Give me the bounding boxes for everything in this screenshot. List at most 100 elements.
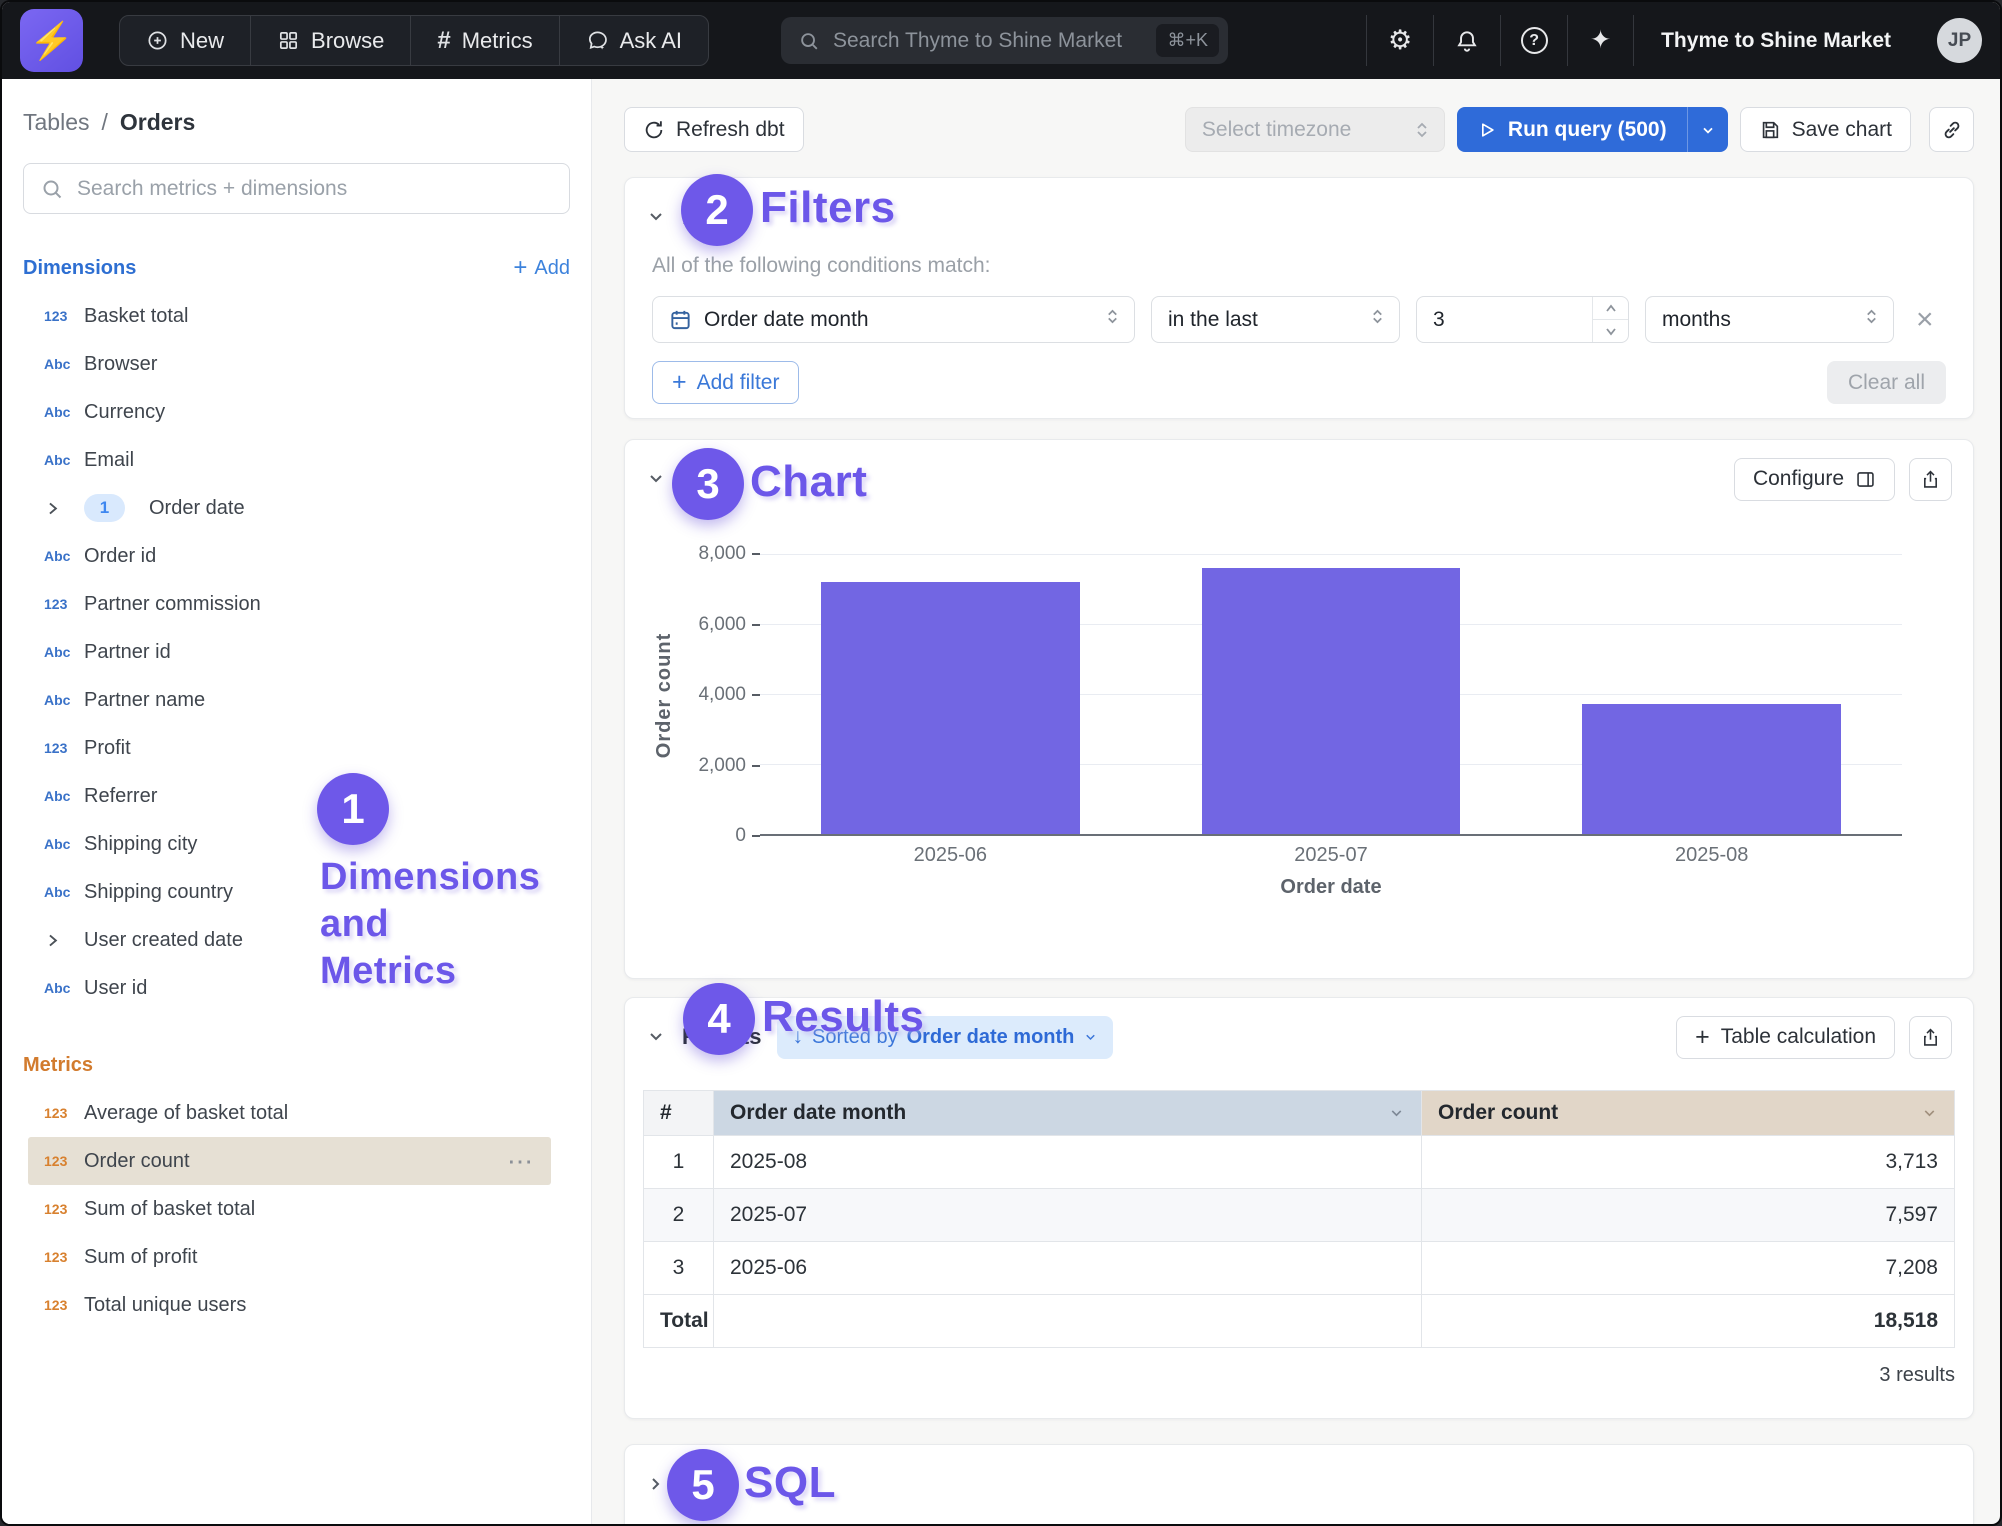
sql-card: SQL (624, 1444, 1974, 1524)
run-query-main[interactable]: Run query (500) (1457, 107, 1687, 152)
y-tick-label: 4,000 (698, 684, 760, 706)
count-column-header[interactable]: Order count (1422, 1091, 1955, 1136)
results-card: Results ↓ Sorted by Order date month + T… (624, 997, 1974, 1419)
breadcrumb-tables[interactable]: Tables (23, 109, 89, 136)
index-column-header: # (644, 1091, 714, 1136)
metric-item[interactable]: 123Average of basket total (2, 1089, 551, 1137)
month-column-header[interactable]: Order date month (714, 1091, 1422, 1136)
dimension-item[interactable]: AbcShipping city (2, 820, 551, 868)
chevron-right-icon[interactable] (44, 500, 84, 517)
collapse-chevron-icon[interactable] (646, 469, 666, 489)
user-avatar[interactable]: JP (1937, 18, 1982, 63)
total-label: Total (644, 1295, 714, 1348)
lightdash-logo[interactable]: ⚡ (20, 9, 83, 72)
string-type-icon: Abc (44, 644, 84, 660)
export-chart-button[interactable] (1909, 458, 1952, 501)
dimension-item[interactable]: 123Partner commission (2, 580, 551, 628)
string-type-icon: Abc (44, 452, 84, 468)
sidebar-search[interactable] (23, 163, 570, 214)
sidebar-search-input[interactable] (77, 177, 553, 201)
configure-button[interactable]: Configure (1734, 458, 1895, 501)
metric-item[interactable]: 123Sum of basket total (2, 1185, 551, 1233)
spinner-down-icon[interactable] (1593, 320, 1628, 342)
global-search-bar[interactable]: Search Thyme to Shine Market ⌘+K (781, 17, 1228, 64)
metrics-title: Metrics (23, 1054, 93, 1077)
number-type-icon: 123 (44, 1249, 84, 1265)
dimension-item-order-date[interactable]: 1 Order date (2, 484, 551, 532)
save-icon (1759, 119, 1781, 141)
metrics-header: Metrics (23, 1054, 570, 1077)
dimension-item[interactable]: AbcCurrency (2, 388, 551, 436)
filter-value-input[interactable]: 3 (1416, 296, 1629, 343)
metric-label: Total unique users (84, 1294, 246, 1317)
collapse-chevron-icon[interactable] (646, 1027, 666, 1047)
help-button[interactable]: ? (1500, 15, 1567, 66)
ask-ai-label: Ask AI (620, 28, 682, 54)
timezone-select[interactable]: Select timezone (1185, 107, 1445, 152)
metric-item-order-count-selected[interactable]: 123 Order count ⋯ (28, 1137, 551, 1185)
filter-field-select[interactable]: Order date month (652, 296, 1135, 343)
y-axis-title: Order count (650, 554, 680, 836)
add-dimension-button[interactable]: +Add (513, 256, 570, 280)
chevron-down-icon[interactable] (1921, 1105, 1938, 1122)
ask-ai-button[interactable]: Ask AI (559, 15, 709, 66)
collapse-chevron-right-icon[interactable] (646, 1474, 666, 1494)
new-label: New (180, 28, 224, 54)
ai-sparkles-button[interactable]: ✦ (1567, 15, 1634, 66)
filter-unit-select[interactable]: months (1645, 296, 1894, 343)
string-type-icon: Abc (44, 980, 84, 996)
dimension-item[interactable]: AbcPartner id (2, 628, 551, 676)
remove-filter-icon[interactable]: × (1910, 305, 1940, 335)
clear-all-button[interactable]: Clear all (1827, 361, 1946, 404)
add-filter-button[interactable]: + Add filter (652, 361, 799, 404)
filter-operator-select[interactable]: in the last (1151, 296, 1400, 343)
metric-item[interactable]: 123Total unique users (2, 1281, 551, 1329)
dimension-item[interactable]: 123Basket total (2, 292, 551, 340)
run-query-dropdown[interactable] (1688, 107, 1728, 152)
chart-title: Chart (682, 466, 739, 492)
refresh-dbt-label: Refresh dbt (676, 118, 785, 142)
results-count: 3 results (643, 1364, 1955, 1387)
settings-button[interactable]: ⚙ (1366, 15, 1433, 66)
month-cell (714, 1295, 1422, 1348)
spinner-up-icon[interactable] (1593, 297, 1628, 320)
table-calculation-button[interactable]: + Table calculation (1676, 1016, 1895, 1059)
number-type-icon: 123 (44, 596, 84, 612)
more-options-icon[interactable]: ⋯ (507, 1146, 551, 1177)
chevron-down-icon[interactable] (1388, 1105, 1405, 1122)
chevron-right-icon[interactable] (44, 932, 84, 949)
dimension-item[interactable]: AbcPartner name (2, 676, 551, 724)
sorted-by-pill[interactable]: ↓ Sorted by Order date month (777, 1016, 1113, 1059)
string-type-icon: Abc (44, 548, 84, 564)
app-window: ⚡ New Browse # Metrics Ask AI Search Thy… (0, 0, 2002, 1526)
dimensions-header: Dimensions +Add (23, 256, 570, 280)
results-title: Results (682, 1024, 761, 1050)
export-results-button[interactable] (1909, 1016, 1952, 1059)
save-chart-button[interactable]: Save chart (1740, 107, 1911, 152)
dimension-item[interactable]: AbcUser id (2, 964, 551, 1012)
dimension-item-user-created-date[interactable]: User created date (2, 916, 551, 964)
dimension-item[interactable]: AbcEmail (2, 436, 551, 484)
keyboard-shortcut-badge: ⌘+K (1156, 24, 1219, 57)
dimension-item[interactable]: AbcReferrer (2, 772, 551, 820)
run-query-button[interactable]: Run query (500) (1457, 107, 1728, 152)
count-cell: 7,208 (1422, 1242, 1955, 1295)
results-card-header: Results ↓ Sorted by Order date month + T… (625, 998, 1973, 1060)
dimension-item[interactable]: AbcBrowser (2, 340, 551, 388)
metrics-button[interactable]: # Metrics (410, 15, 559, 66)
refresh-dbt-button[interactable]: Refresh dbt (624, 107, 804, 152)
dimension-item[interactable]: AbcOrder id (2, 532, 551, 580)
month-cell: 2025-06 (714, 1242, 1422, 1295)
collapse-chevron-icon[interactable] (646, 207, 666, 227)
notifications-button[interactable] (1433, 15, 1500, 66)
table-row: 3 2025-06 7,208 (644, 1242, 1955, 1295)
new-button[interactable]: New (119, 15, 251, 66)
org-name[interactable]: Thyme to Shine Market (1634, 15, 1918, 66)
filter-actions-row: + Add filter Clear all (652, 361, 1946, 404)
main-content: Refresh dbt Select timezone Run query (5… (593, 79, 2000, 1524)
dimension-item[interactable]: 123Profit (2, 724, 551, 772)
copy-link-button[interactable] (1929, 107, 1974, 152)
dimension-item[interactable]: AbcShipping country (2, 868, 551, 916)
browse-button[interactable]: Browse (250, 15, 411, 66)
metric-item[interactable]: 123Sum of profit (2, 1233, 551, 1281)
